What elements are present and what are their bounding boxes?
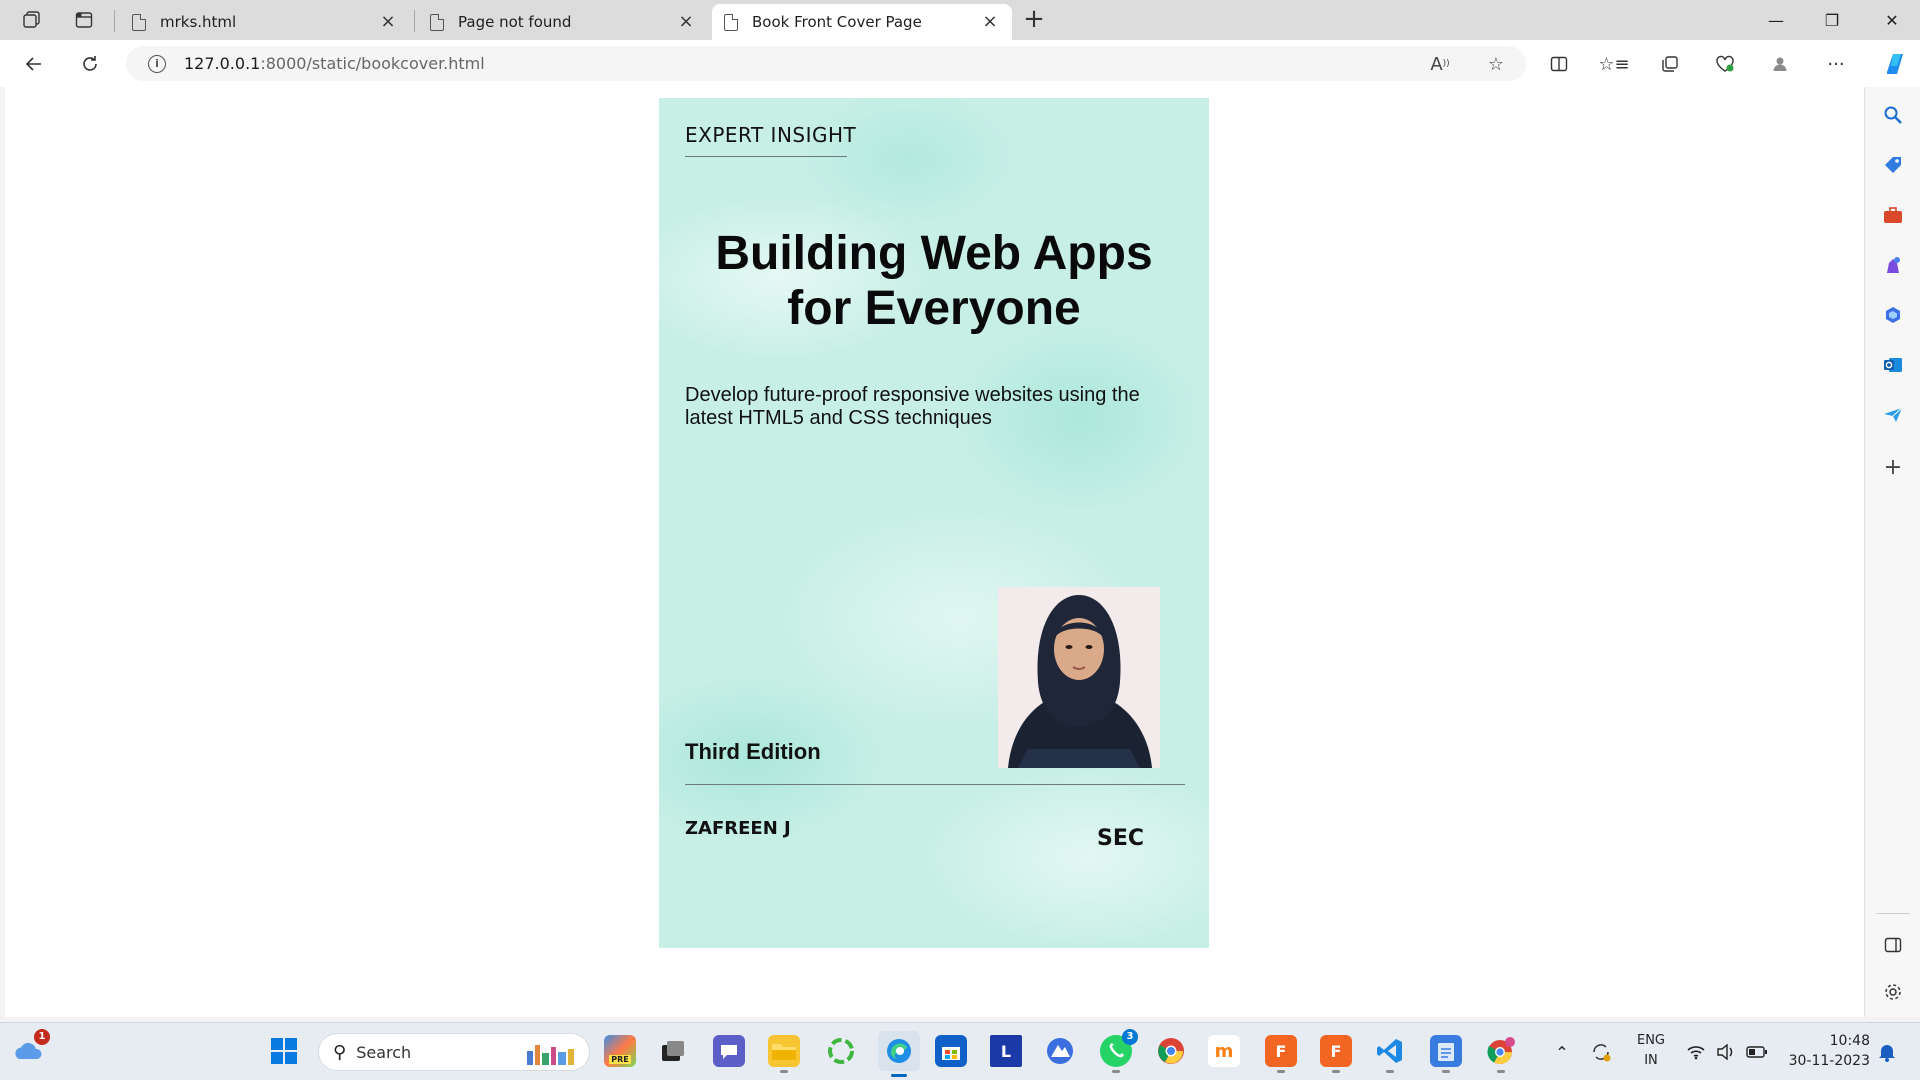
search-icon: ⚲ — [333, 1041, 347, 1063]
split-screen-icon[interactable] — [1545, 50, 1573, 78]
whatsapp-badge: 3 — [1122, 1029, 1138, 1045]
show-hidden-icons-chevron-icon[interactable]: ⌃ — [1550, 1023, 1574, 1080]
windows-taskbar: 1 ⚲ Search PRE L 3 m F F ⌃ ENG IN 10:48 … — [0, 1022, 1920, 1080]
file-explorer-icon[interactable] — [768, 1035, 800, 1073]
hide-sidebar-icon[interactable] — [1881, 933, 1905, 957]
workspaces-icon[interactable] — [18, 6, 46, 34]
refresh-button[interactable] — [74, 48, 106, 80]
collections-icon[interactable] — [1656, 50, 1684, 78]
book-cover: EXPERT INSIGHT Building Web Apps for Eve… — [659, 98, 1209, 948]
fusion-360-icon[interactable]: F — [1265, 1035, 1297, 1073]
teams-chat-icon[interactable] — [713, 1035, 745, 1067]
tab-mrks[interactable]: mrks.html × — [120, 4, 410, 40]
tab-strip: mrks.html × Page not found × Book Front … — [0, 0, 1920, 40]
publisher-name: SEC — [1097, 826, 1145, 851]
task-view-icon[interactable] — [657, 1035, 689, 1067]
chrome-profile-icon[interactable] — [1485, 1035, 1517, 1073]
favorite-star-icon[interactable]: ☆ — [1484, 52, 1508, 76]
language-code: ENG — [1636, 1033, 1665, 1048]
tab-close-button[interactable]: × — [980, 12, 1000, 32]
restore-button[interactable]: ❐ — [1804, 0, 1860, 40]
tools-briefcase-icon[interactable] — [1881, 203, 1905, 227]
browser-essentials-icon[interactable] — [1711, 50, 1739, 78]
weather-badge: 1 — [34, 1029, 50, 1045]
notifications-bell-icon[interactable] — [1874, 1023, 1900, 1080]
search-icon[interactable] — [1881, 103, 1905, 127]
games-icon[interactable] — [1881, 253, 1905, 277]
edition-label: Third Edition — [685, 739, 821, 764]
notepad-icon[interactable] — [1430, 1035, 1462, 1073]
region-code: IN — [1644, 1053, 1658, 1068]
favorites-icon[interactable]: ☆≡ — [1598, 50, 1629, 78]
back-button[interactable] — [18, 48, 50, 80]
language-indicator[interactable]: ENG IN — [1630, 1031, 1672, 1071]
profile-icon[interactable] — [1766, 50, 1794, 78]
close-window-button[interactable]: ✕ — [1864, 0, 1920, 40]
minimize-button[interactable]: — — [1748, 0, 1804, 40]
taskbar-search-box[interactable]: ⚲ Search — [318, 1033, 590, 1071]
fusion-360-alt-icon[interactable]: F — [1320, 1035, 1352, 1073]
browser-toolbar: i 127.0.0.1:8000/static/bookcover.html A… — [0, 40, 1920, 87]
url-text: 127.0.0.1:8000/static/bookcover.html — [184, 54, 485, 73]
sync-status-icon[interactable] — [1588, 1023, 1614, 1080]
tab-close-button[interactable]: × — [378, 12, 398, 32]
send-icon[interactable] — [1881, 403, 1905, 427]
battery-icon[interactable] — [1744, 1023, 1770, 1080]
search-highlight-skyline-icon — [527, 1045, 574, 1065]
search-placeholder: Search — [356, 1042, 412, 1062]
clock-time: 10:48 — [1829, 1033, 1870, 1049]
outlook-icon[interactable] — [1881, 353, 1905, 377]
copilot-icon[interactable] — [1879, 48, 1911, 80]
sync-circle-app-icon[interactable] — [825, 1035, 857, 1067]
settings-and-more-icon[interactable]: ··· — [1822, 50, 1850, 78]
tab-book-front-cover[interactable]: Book Front Cover Page × — [712, 4, 1012, 40]
page-icon — [724, 13, 738, 31]
tab-title: mrks.html — [160, 13, 237, 31]
series-underline — [685, 156, 847, 157]
vs-code-icon[interactable] — [1374, 1035, 1406, 1073]
start-button[interactable] — [268, 1035, 300, 1067]
tab-page-not-found[interactable]: Page not found × — [418, 4, 708, 40]
book-title-line1: Building Web Apps — [715, 227, 1153, 280]
new-tab-button[interactable]: + — [1020, 6, 1048, 34]
address-bar[interactable]: i 127.0.0.1:8000/static/bookcover.html A… — [126, 46, 1526, 81]
site-info-icon[interactable]: i — [148, 54, 166, 73]
tab-actions-icon[interactable] — [70, 6, 98, 34]
author-name: ZAFREEN J — [685, 818, 791, 839]
book-title-line2: for Everyone — [787, 282, 1081, 335]
wifi-icon[interactable] — [1684, 1023, 1708, 1080]
microsoft-365-icon[interactable] — [1881, 303, 1905, 327]
l-app-icon[interactable]: L — [990, 1035, 1022, 1067]
whatsapp-icon[interactable]: 3 — [1100, 1029, 1138, 1073]
shopping-tag-icon[interactable] — [1881, 153, 1905, 177]
mountain-app-icon[interactable] — [1044, 1035, 1076, 1067]
tab-close-button[interactable]: × — [676, 12, 696, 32]
system-clock[interactable]: 10:48 30-11-2023 — [1782, 1031, 1870, 1071]
chrome-icon[interactable] — [1155, 1035, 1187, 1067]
weather-widget-icon[interactable]: 1 — [12, 1029, 50, 1067]
page-icon — [132, 13, 146, 31]
author-photo — [998, 587, 1160, 768]
moodle-icon[interactable]: m — [1208, 1035, 1240, 1067]
read-aloud-icon[interactable]: A)) — [1428, 52, 1452, 76]
volume-icon[interactable] — [1714, 1023, 1738, 1080]
edge-browser-icon[interactable] — [878, 1031, 920, 1077]
book-title: Building Web Apps for Everyone — [659, 226, 1209, 336]
sidebar-divider — [1876, 913, 1910, 914]
tab-title: Book Front Cover Page — [752, 13, 922, 31]
sidebar-settings-gear-icon[interactable] — [1881, 980, 1905, 1004]
copilot-preview-icon[interactable]: PRE — [604, 1035, 636, 1067]
tab-title: Page not found — [458, 13, 572, 31]
clock-date: 30-11-2023 — [1788, 1053, 1870, 1069]
series-label: EXPERT INSIGHT — [685, 123, 857, 147]
book-subtitle: Develop future-proof responsive websites… — [685, 384, 1140, 429]
cover-divider — [685, 784, 1185, 785]
microsoft-store-icon[interactable] — [935, 1035, 967, 1067]
page-icon — [430, 13, 444, 31]
add-sidebar-app-icon[interactable]: + — [1881, 455, 1905, 480]
edge-sidebar: + — [1866, 87, 1920, 1017]
